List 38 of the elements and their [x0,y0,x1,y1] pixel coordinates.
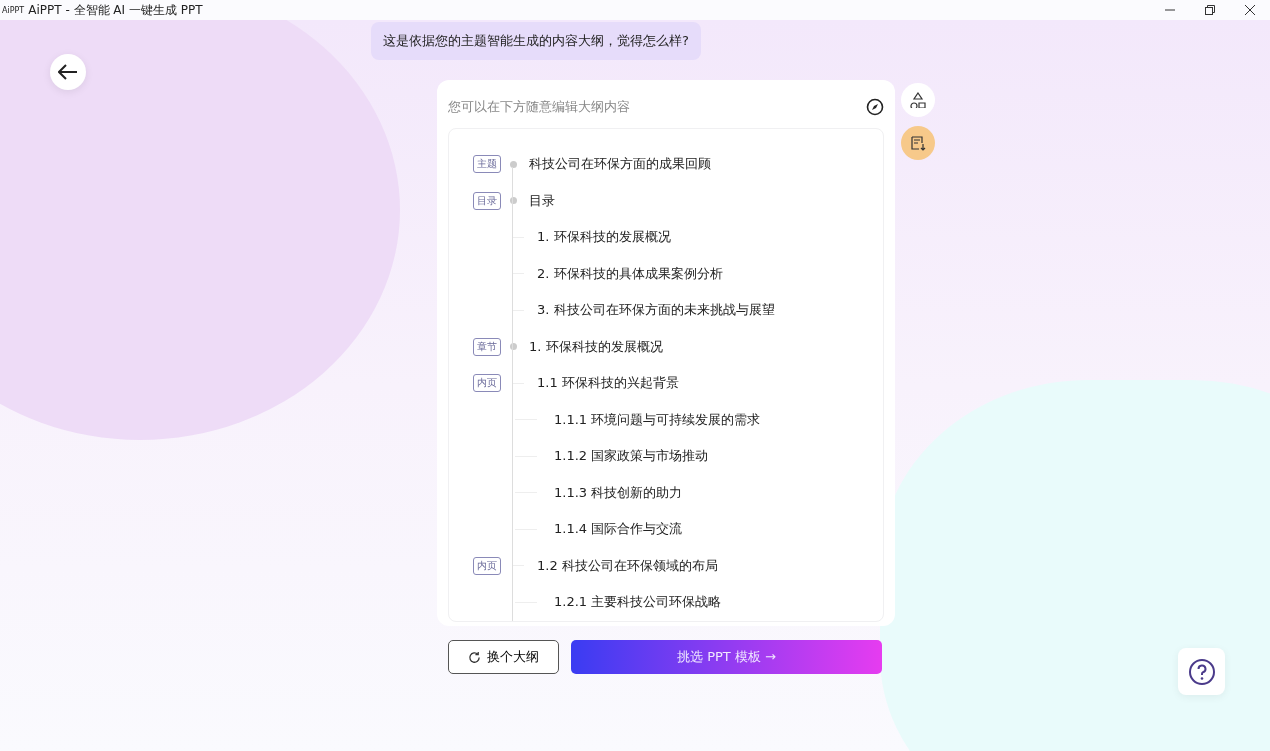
restore-icon [1205,5,1215,15]
outline-item[interactable]: 1. 环保科技的发展概况 [537,228,671,247]
export-button[interactable] [901,126,935,160]
outline-item[interactable]: 科技公司在环保方面的成果回顾 [529,155,711,174]
outline-item[interactable]: 1.2.1 主要科技公司环保战略 [554,593,722,612]
outline-tag: 内页 [473,556,501,575]
close-icon [1245,5,1255,15]
arrow-left-icon [58,64,78,80]
outline-tag: 目录 [473,191,501,210]
refresh-icon [468,650,481,664]
help-icon [1187,657,1216,686]
shapes-icon [910,92,926,108]
outline-item[interactable]: 1.1.4 国际合作与交流 [554,520,683,539]
outline-item[interactable]: 1.2 科技公司在环保领域的布局 [537,556,718,575]
app-logo: AiPPT [2,5,25,15]
outline-item[interactable]: 1.1 环保科技的兴起背景 [537,374,679,393]
choose-template-button[interactable]: 挑选 PPT 模板 → [571,640,882,674]
help-button[interactable] [1178,648,1225,695]
outline-item[interactable]: 目录 [529,191,555,210]
timeline-dot [510,343,517,351]
shapes-button[interactable] [901,83,935,117]
timeline-dot [510,160,517,168]
window-title: AiPPT - 全智能 AI 一键生成 PPT [28,1,204,19]
outline-item[interactable]: 1.1.1 环境问题与可持续发展的需求 [554,410,761,429]
outline-tag: 内页 [473,374,501,393]
timeline-dot [510,197,517,205]
outline-item[interactable]: 3. 科技公司在环保方面的未来挑战与展望 [537,301,775,320]
compass-icon[interactable] [866,98,884,116]
outline-tag: 主题 [473,155,501,174]
change-outline-button[interactable]: 换个大纲 [448,640,559,674]
chat-bubble: 这是依据您的主题智能生成的内容大纲，觉得怎么样? [371,22,701,60]
outline-item[interactable]: 1.1.2 国家政策与市场推动 [554,447,709,466]
edit-hint: 您可以在下方随意编辑大纲内容 [448,98,630,116]
outline-item[interactable]: 1. 环保科技的发展概况 [529,337,663,356]
outline-item[interactable]: 2. 环保科技的具体成果案例分析 [537,264,723,283]
document-download-icon [910,135,926,151]
outline-item[interactable]: 1.1.3 科技创新的助力 [554,483,683,502]
outline-tag: 章节 [473,337,501,356]
